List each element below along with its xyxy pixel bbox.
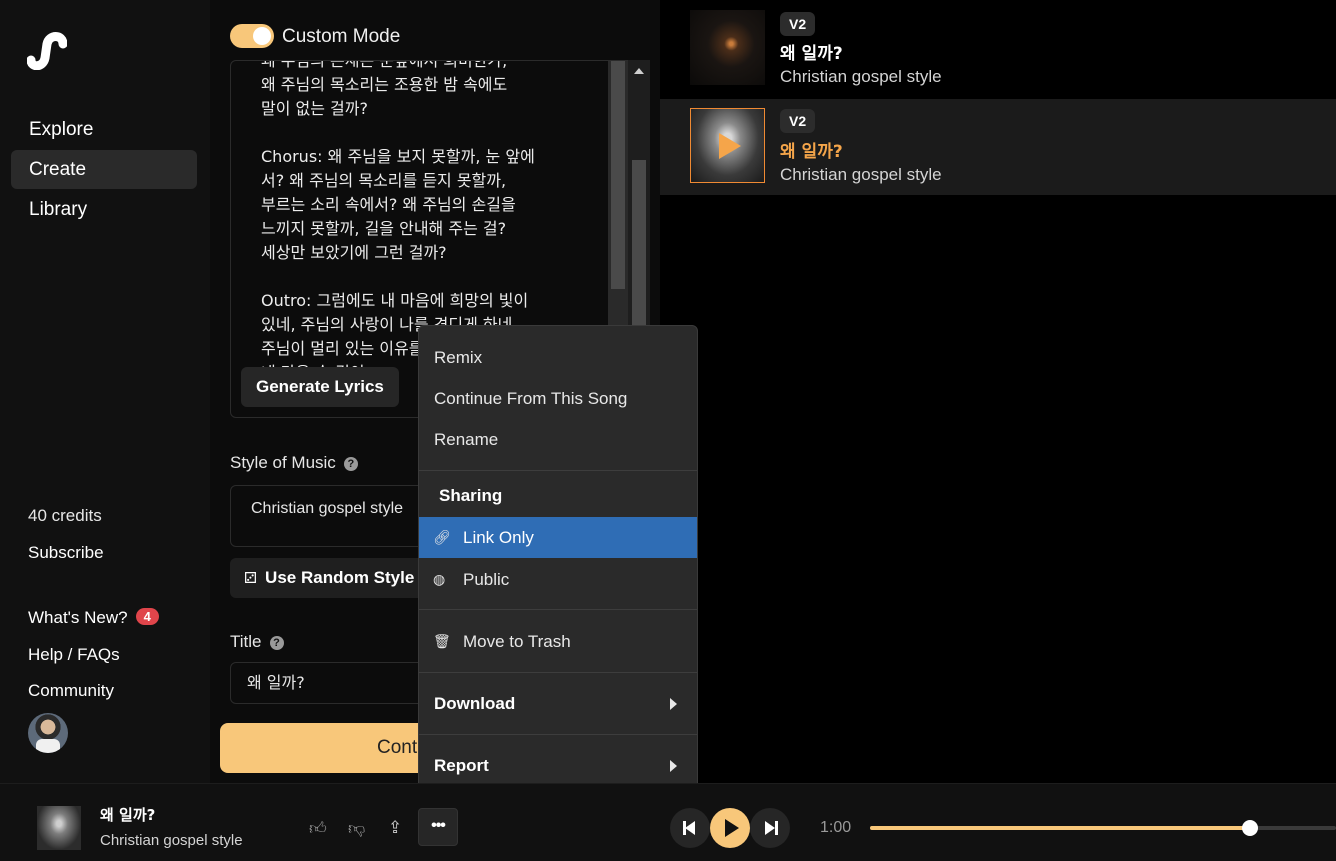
menu-divider — [419, 470, 697, 471]
chevron-right-icon — [670, 698, 677, 710]
report-label: Report — [434, 756, 489, 775]
song-context-menu: Remix Continue From This Song Rename Sha… — [418, 325, 698, 797]
player-cover-image[interactable] — [37, 806, 81, 850]
song-title[interactable]: 왜 일까? — [780, 137, 843, 162]
link-icon: 🔗︎ — [433, 529, 451, 545]
link-only-label: Link Only — [463, 528, 534, 547]
playback-time: 1:00 — [820, 819, 852, 836]
public-label: Public — [463, 570, 510, 589]
menu-divider — [419, 609, 697, 610]
lyrics-scrollbar[interactable] — [608, 61, 628, 361]
nav-explore[interactable]: Explore — [11, 110, 197, 149]
play-icon — [725, 819, 739, 837]
menu-sharing-heading: Sharing — [439, 486, 503, 505]
progress-handle[interactable] — [1241, 820, 1258, 836]
player-bar: 왜 일까? Christian gospel style 👍︎ 👎︎ ⇪ •••… — [0, 783, 1336, 861]
menu-download[interactable]: Download — [419, 683, 697, 724]
song-cover-image[interactable] — [690, 108, 765, 183]
nav-library[interactable]: Library — [11, 190, 197, 229]
song-title[interactable]: 왜 일까? — [780, 39, 843, 64]
menu-link-only[interactable]: 🔗︎ Link Only — [419, 517, 697, 558]
thumbs-up-icon[interactable]: 👍︎ — [309, 818, 327, 839]
menu-move-to-trash[interactable]: 🗑︎ Move to Trash — [419, 621, 697, 662]
version-badge: V2 — [780, 109, 816, 133]
random-style-label: Use Random Style — [265, 568, 415, 587]
help-icon[interactable]: ? — [269, 636, 284, 650]
play-icon[interactable] — [719, 133, 741, 159]
song-list: V2 왜 일까? Christian gospel style V2 왜 일까?… — [660, 0, 1336, 783]
song-row[interactable]: V2 왜 일까? Christian gospel style — [660, 0, 1336, 96]
title-label-text: Title — [230, 632, 262, 651]
trash-label: Move to Trash — [463, 632, 571, 651]
community-link[interactable]: Community — [28, 681, 114, 701]
credits-count: 40 credits — [28, 506, 102, 525]
menu-continue[interactable]: Continue From This Song — [419, 378, 697, 419]
next-icon — [765, 821, 775, 835]
menu-remix[interactable]: Remix — [419, 337, 697, 378]
menu-divider — [419, 734, 697, 735]
title-label: Title? — [230, 632, 284, 652]
previous-button[interactable] — [670, 808, 710, 848]
menu-public[interactable]: ◍ Public — [419, 559, 697, 600]
version-badge: V2 — [780, 12, 816, 36]
song-row-selected[interactable]: V2 왜 일까? Christian gospel style — [660, 99, 1336, 195]
subscribe-link[interactable]: Subscribe — [28, 543, 104, 563]
notification-badge: 4 — [135, 608, 159, 625]
player-song-title[interactable]: 왜 일까? — [100, 804, 155, 825]
whats-new-label: What's New? — [28, 608, 128, 627]
progress-slider[interactable] — [870, 820, 1336, 836]
style-of-music-label: Style of Music? — [230, 453, 358, 473]
menu-report[interactable]: Report — [419, 745, 697, 786]
song-cover-image[interactable] — [690, 10, 765, 85]
play-button[interactable] — [710, 808, 750, 848]
custom-mode-toggle[interactable] — [230, 24, 274, 48]
sidebar: Explore Create Library 40 credits Subscr… — [0, 0, 210, 783]
style-label-text: Style of Music — [230, 453, 336, 472]
user-avatar[interactable] — [28, 713, 68, 753]
share-icon[interactable]: ⇪ — [388, 818, 402, 838]
nav-create[interactable]: Create — [11, 150, 197, 189]
download-label: Download — [434, 694, 516, 713]
more-options-button[interactable]: ••• — [418, 808, 458, 846]
scroll-up-arrow-icon[interactable] — [634, 68, 644, 74]
progress-fill — [870, 826, 1250, 830]
generate-lyrics-button[interactable]: Generate Lyrics — [241, 367, 399, 407]
suno-logo-icon[interactable] — [27, 30, 67, 70]
custom-mode-label: Custom Mode — [282, 26, 401, 47]
help-icon[interactable]: ? — [343, 457, 358, 471]
song-style: Christian gospel style — [780, 165, 942, 184]
dice-icon: ⚂ — [244, 570, 258, 587]
whats-new-link[interactable]: What's New? 4 — [28, 608, 159, 628]
thumbs-down-icon[interactable]: 👎︎ — [348, 818, 365, 839]
globe-icon: ◍ — [433, 571, 446, 587]
next-button[interactable] — [750, 808, 790, 848]
help-link[interactable]: Help / FAQs — [28, 645, 120, 665]
menu-divider — [419, 672, 697, 673]
menu-rename[interactable]: Rename — [419, 419, 697, 460]
trash-icon: 🗑︎ — [433, 633, 451, 649]
song-style: Christian gospel style — [780, 67, 942, 86]
chevron-right-icon — [670, 760, 677, 772]
player-song-style: Christian gospel style — [100, 832, 243, 849]
panel-scrollbar[interactable] — [628, 60, 650, 330]
